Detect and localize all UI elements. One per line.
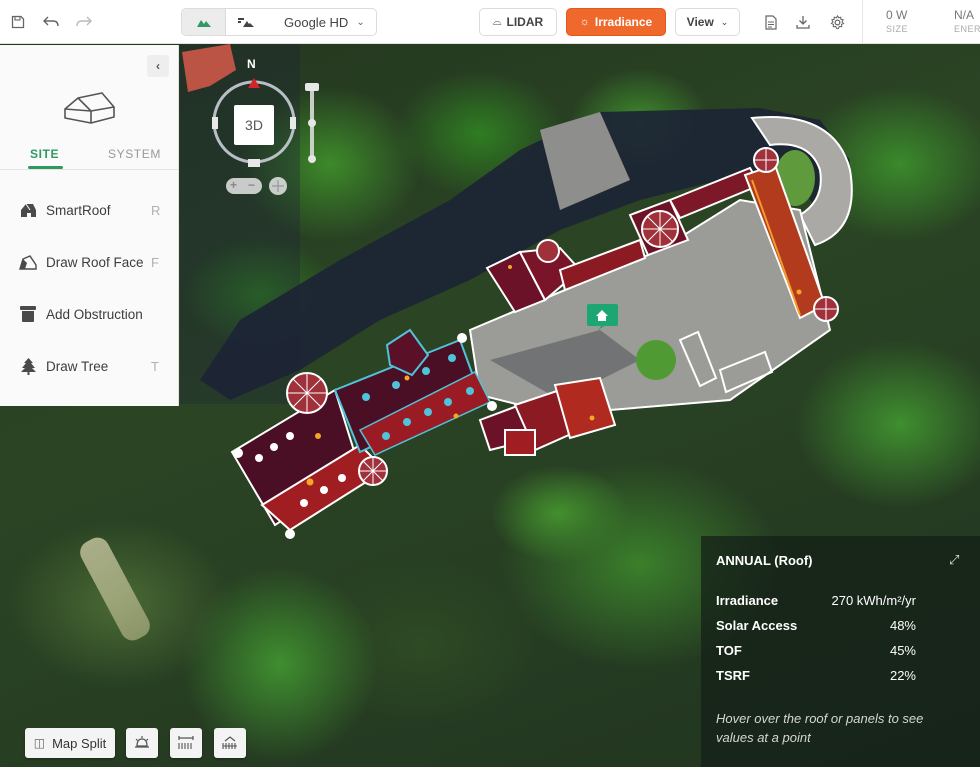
chevron-down-icon: ⌄ xyxy=(720,16,729,27)
info-title: ANNUAL (Roof) xyxy=(716,553,813,568)
shortcut-key: R xyxy=(151,202,161,218)
mode-2d-toggle[interactable] xyxy=(226,9,266,35)
system-size-label: SIZE xyxy=(886,24,909,34)
info-value: 22% xyxy=(889,668,916,683)
slider-top-cap xyxy=(305,83,319,91)
document-icon[interactable] xyxy=(761,12,781,32)
setback-button[interactable] xyxy=(214,728,246,758)
tool-draw-roof-face[interactable]: Draw Roof Face F xyxy=(0,242,179,282)
shading-button[interactable] xyxy=(126,728,158,758)
house-illustration-icon xyxy=(64,92,115,124)
toggle-3d-button[interactable]: 3D xyxy=(234,105,274,145)
obstruction-icon xyxy=(19,305,37,323)
info-value: 45% xyxy=(889,643,916,658)
energy-stat: N/A ENER xyxy=(954,8,980,34)
tool-smartroof[interactable]: SmartRoof R xyxy=(0,190,179,230)
info-hint: Hover over the roof or panels to see val… xyxy=(716,711,924,745)
irradiance-button[interactable]: ☼ Irradiance xyxy=(566,8,666,36)
view-dropdown[interactable]: View ⌄ xyxy=(675,8,740,36)
energy-label: ENER xyxy=(954,24,980,34)
toolbar-divider xyxy=(862,0,863,44)
lidar-icon: ⌓ xyxy=(492,15,502,28)
measure-button[interactable] xyxy=(170,728,202,758)
lidar-label: LIDAR xyxy=(506,15,544,29)
info-label: TSRF xyxy=(716,668,750,683)
rotate-left-handle[interactable] xyxy=(212,117,218,129)
tool-add-obstruction[interactable]: Add Obstruction xyxy=(0,294,179,334)
collapse-sidebar-button[interactable]: ‹ xyxy=(147,55,169,77)
system-size-stat: 0 W SIZE xyxy=(886,8,908,34)
sidebar: ‹ SITE SYSTEM SmartRoof R Draw Roof Face… xyxy=(0,45,179,406)
mode-3d-toggle[interactable] xyxy=(182,9,226,35)
imagery-selector: Google HD ⌄ xyxy=(181,8,377,36)
energy-value: N/A xyxy=(954,8,975,22)
irradiance-label: Irradiance xyxy=(594,15,653,29)
zoom-in-button[interactable]: + xyxy=(230,178,237,192)
info-value: 48% xyxy=(889,618,916,633)
map-split-label: Map Split xyxy=(52,735,107,751)
north-label: N xyxy=(247,57,256,71)
sidebar-divider xyxy=(0,169,179,170)
tool-label: SmartRoof xyxy=(46,202,111,218)
smartroof-icon xyxy=(19,201,37,219)
top-toolbar: Google HD ⌄ ⌓ LIDAR ☼ Irradiance View ⌄ … xyxy=(0,0,980,44)
shortcut-key: T xyxy=(151,358,159,374)
roof-face-icon xyxy=(19,253,37,271)
terrain-icon xyxy=(196,19,211,27)
slider-bottom-cap xyxy=(308,155,316,163)
tool-label: Add Obstruction xyxy=(46,306,143,322)
flat-map-icon xyxy=(238,17,254,27)
zoom-slider[interactable] xyxy=(305,83,319,165)
lidar-button[interactable]: ⌓ LIDAR xyxy=(479,8,557,36)
save-icon[interactable] xyxy=(8,12,28,32)
courtyard-tree xyxy=(636,340,676,380)
info-value: 270 kWh/m²/yr xyxy=(831,593,916,608)
info-label: TOF xyxy=(716,643,742,658)
info-label: Solar Access xyxy=(716,618,798,633)
tool-label: Draw Roof Face xyxy=(46,254,144,270)
info-label: Irradiance xyxy=(716,593,779,608)
split-view-icon: ◫ xyxy=(33,736,46,750)
tool-label: Draw Tree xyxy=(46,358,109,374)
undo-icon[interactable] xyxy=(41,12,61,32)
setback-icon xyxy=(222,736,237,749)
measure-icon xyxy=(178,736,194,749)
gear-icon[interactable] xyxy=(827,12,847,32)
expand-icon[interactable]: ⤢ xyxy=(949,552,959,568)
sun-icon: ☼ xyxy=(579,16,590,28)
view-label: View xyxy=(686,15,714,29)
imagery-source-dropdown[interactable]: Google HD xyxy=(284,15,348,30)
tab-system[interactable]: SYSTEM xyxy=(108,147,161,161)
shortcut-key: F xyxy=(151,254,159,270)
download-icon[interactable] xyxy=(793,12,813,32)
zoom-out-button[interactable]: − xyxy=(248,178,255,192)
tool-draw-tree[interactable]: Draw Tree T xyxy=(0,346,179,386)
redo-icon[interactable] xyxy=(74,12,94,32)
shading-icon xyxy=(135,736,149,748)
irradiance-info-panel: ANNUAL (Roof) ⤢ Irradiance 270 kWh/m²/yr… xyxy=(701,536,980,767)
slider-thumb[interactable] xyxy=(308,119,316,127)
chevron-down-icon: ⌄ xyxy=(356,16,365,28)
map-split-button[interactable]: ◫ Map Split xyxy=(25,728,115,758)
tree-icon xyxy=(19,357,37,375)
rotate-right-handle[interactable] xyxy=(290,117,296,129)
system-size-value: 0 W xyxy=(886,8,908,22)
tilt-handle[interactable] xyxy=(248,159,260,167)
tab-site[interactable]: SITE xyxy=(30,147,59,161)
